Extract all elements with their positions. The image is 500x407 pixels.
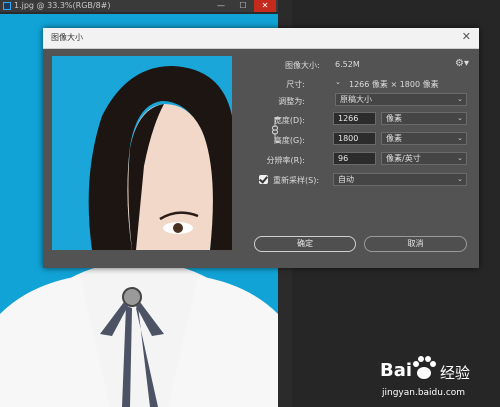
height-label: 高度(G): [273, 136, 305, 145]
height-input[interactable]: 1800 [333, 132, 376, 145]
dialog-titlebar: 图像大小 ✕ [43, 28, 479, 49]
resample-value: 自动 [338, 175, 354, 184]
minimize-button[interactable]: — [210, 0, 232, 12]
preview-face [52, 56, 232, 250]
chevron-down-icon[interactable]: ⌄ [335, 78, 341, 86]
maximize-button[interactable]: ☐ [232, 0, 254, 12]
resample-select[interactable]: 自动 ⌄ [333, 173, 467, 186]
fit-to-label: 调整为: [278, 97, 305, 106]
image-size-value: 6.52M [335, 60, 360, 69]
photoshop-icon [3, 2, 11, 10]
resolution-unit-select[interactable]: 像素/英寸 ⌄ [381, 152, 467, 165]
resolution-label: 分辨率(R): [266, 156, 306, 165]
ok-button[interactable]: 确定 [254, 236, 356, 252]
gear-icon[interactable]: ⚙▾ [455, 58, 469, 69]
fit-to-select[interactable]: 原稿大小 ⌄ [335, 93, 467, 106]
width-unit-select[interactable]: 像素 ⌄ [381, 112, 467, 125]
dialog-title: 图像大小 [51, 33, 83, 42]
window-controls: — ☐ ✕ [210, 0, 276, 12]
image-size-dialog: 图像大小 ✕ 图像大小: 6.52M ⚙▾ 尺寸: ⌄ 1266 像素 × 18… [43, 28, 479, 268]
paw-logo [413, 356, 436, 379]
close-window-button[interactable]: ✕ [254, 0, 276, 12]
dimensions-label: 尺寸: [286, 80, 305, 89]
chevron-down-icon: ⌄ [457, 95, 463, 103]
resolution-input[interactable]: 96 [333, 152, 376, 165]
cancel-button[interactable]: 取消 [364, 236, 467, 252]
fit-to-value: 原稿大小 [340, 95, 372, 104]
width-unit-value: 像素 [386, 114, 402, 123]
watermark-brand-2: 经验 [440, 364, 471, 382]
resample-checkbox[interactable] [259, 175, 268, 184]
width-input[interactable]: 1266 [333, 112, 376, 125]
height-unit-select[interactable]: 像素 ⌄ [381, 132, 467, 145]
height-unit-value: 像素 [386, 134, 402, 143]
image-size-label: 图像大小: [285, 61, 320, 70]
chevron-down-icon: ⌄ [457, 175, 463, 183]
watermark-brand: Bai [380, 360, 413, 381]
close-icon[interactable]: ✕ [462, 30, 471, 43]
document-title: 1.jpg @ 33.3%(RGB/8#) [14, 1, 111, 10]
baidu-jingyan-watermark: Bai 经验 jingyan.baidu.com [350, 350, 500, 407]
resample-label: 重新采样(S): [273, 176, 320, 185]
chevron-down-icon: ⌄ [457, 154, 463, 162]
document-tab[interactable]: 1.jpg @ 33.3%(RGB/8#) — ☐ ✕ [0, 0, 278, 12]
width-label: 宽度(D): [273, 116, 305, 125]
image-preview[interactable] [52, 56, 232, 250]
chevron-down-icon: ⌄ [457, 114, 463, 122]
chevron-down-icon: ⌄ [457, 134, 463, 142]
dimensions-value: 1266 像素 × 1800 像素 [349, 80, 439, 89]
watermark-url: jingyan.baidu.com [382, 388, 466, 398]
resolution-unit-value: 像素/英寸 [386, 154, 421, 163]
